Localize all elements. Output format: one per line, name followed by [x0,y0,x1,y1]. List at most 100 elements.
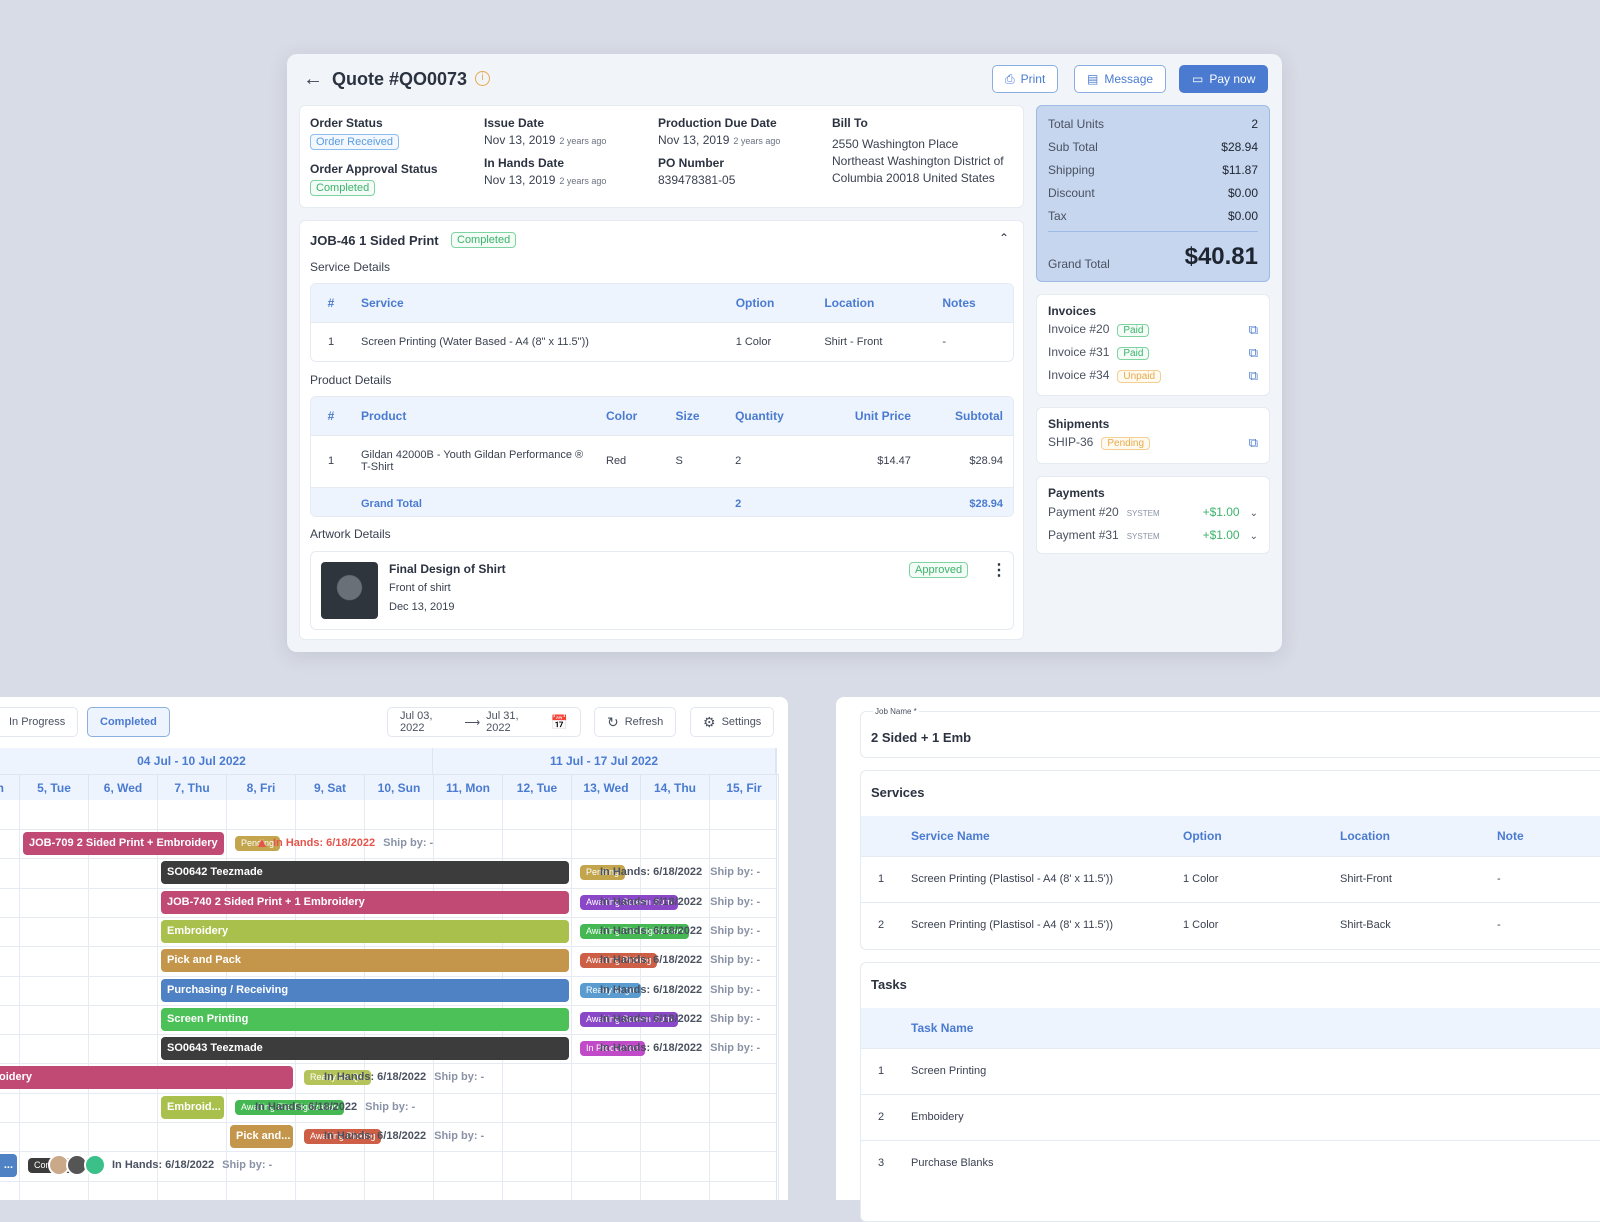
chevron-down-icon[interactable]: ⌄ [1250,531,1258,542]
payment-row[interactable]: Payment #31 SYSTEM +$1.00 ⌄ [1048,523,1258,546]
calendar-icon[interactable]: 📅 [551,714,568,731]
ship-by-date: Ship by: - [434,1130,485,1142]
gantt-bar[interactable]: Embroid... [161,1095,224,1119]
message-button[interactable]: ▤ Message [1074,65,1167,93]
job-name-label: Job Name * [873,707,919,716]
service-details-heading: Service Details [310,260,391,274]
payment-info: Payment #31 SYSTEM [1048,528,1160,542]
ship-by-date: Ship by: - [710,954,761,967]
payments-title: Payments [1048,486,1105,500]
external-link-icon[interactable]: ⧉ [1249,322,1258,338]
summary-row: Total Units 2 [1048,112,1258,135]
gantt-bar[interactable]: SO0643 Teezmade [161,1037,569,1061]
external-link-icon[interactable]: ⧉ [1249,368,1258,384]
payment-source: SYSTEM [1126,508,1160,518]
gantt-bar[interactable]: JOB-709 2 Sided Print + Embroidery [23,832,224,855]
shipments-card: Shipments SHIP-36 Pending ⧉ [1036,407,1270,464]
list-item: Invoice #20 Paid ⧉ [1048,318,1258,341]
gantt-bar[interactable]: Pick and Pack [161,949,569,973]
table-cell: Emboidery [901,1093,1600,1140]
day-header: 5, Tue [20,774,89,800]
list-item: Invoice #31 Paid ⧉ [1048,341,1258,364]
external-link-icon[interactable]: ⧉ [1249,435,1258,451]
gantt-bar[interactable]: l 2 Sided Print + Embroidery [0,1066,293,1090]
artwork-thumbnail[interactable] [321,562,378,619]
table-cell: 1 [861,855,901,902]
invoices-card: Invoices Invoice #20 Paid ⧉ Invoice #31 Paid… [1036,294,1270,396]
in-hands-date: In Hands: 6/18/2022 [324,1130,427,1142]
row-line [0,1063,776,1065]
gantt-bar[interactable]: Screen Printing [161,1007,569,1031]
back-arrow-icon[interactable]: ← [303,68,323,91]
print-button[interactable]: ⎙ Print [992,65,1059,93]
task-name-header: Task Name [901,1008,1600,1048]
ship-by-date: Ship by: - [710,866,761,879]
row-meta: In Hands: 6/18/2022 Ship by: - [324,1071,484,1083]
artwork-item[interactable]: Final Design of Shirt Front of shirt Dec… [310,551,1014,630]
product-details-heading: Product Details [310,373,392,387]
payments-card: Payments Payment #20 SYSTEM +$1.00 ⌄ Payment… [1036,476,1270,554]
avatar [84,1154,106,1177]
grid-right-border [776,748,777,1200]
gantt-bar[interactable]: Purchasing / Receiving [161,978,569,1002]
info-icon[interactable]: i [475,71,490,86]
in-hands-date: In Hands: 6/18/2022 [324,1071,427,1084]
job-card: JOB-46 1 Sided Print Completed ⌃ Service… [299,220,1024,640]
gantt-bar[interactable]: SO0642 Teezmade [161,861,569,885]
ship-by-date: Ship by: - [710,895,761,908]
table-cell: Purchase Blanks [901,1139,1600,1186]
table-cell: 1 [311,321,351,361]
column-header: Quantity [725,397,819,435]
row-line [0,1180,776,1182]
collapse-chevron-icon[interactable]: ⌃ [999,231,1009,245]
day-header: 14, Thu [641,774,710,800]
row-line [0,1122,776,1123]
gantt-bar[interactable]: Embroidery [161,919,569,943]
column-header: # [311,284,351,322]
day-column-line [88,800,89,1200]
table-cell: Screen Printing (Water Based - A4 (8" x … [351,321,726,361]
tab-in-progress[interactable]: In Progress [0,707,79,737]
row-line [0,1151,776,1153]
more-options-icon[interactable]: ⋮ [991,560,1007,580]
artwork-status-badge: Approved [909,562,969,578]
date-range-picker[interactable]: Jul 03, 2022 ⟶ Jul 31, 2022 📅 [387,707,581,737]
external-link-icon[interactable]: ⧉ [1249,345,1258,361]
ship-by-date: Ship by: - [710,983,761,996]
day-header: 4, Mon [0,774,20,800]
chevron-down-icon[interactable]: ⌄ [1250,508,1258,519]
pay-now-button[interactable]: ▭ Pay now [1179,65,1269,93]
production-schedule-panel: In Progress Completed Jul 03, 2022 ⟶ Jul 3… [0,697,788,1200]
day-column-line [640,800,641,1200]
in-hands-date: Nov 13, 2019 2 years ago [484,173,607,187]
gantt-bar[interactable]: Pick and... [230,1125,293,1148]
summary-label: Tax [1048,208,1067,223]
item-name: SHIP-36 [1048,435,1094,449]
column-header: Color [596,397,666,435]
gantt-grid: 04 Jul - 10 Jul 2022 11 Jul - 17 Jul 2022… [0,748,788,1200]
row-line [0,1092,776,1094]
week-header: 04 Jul - 10 Jul 2022 [0,748,433,774]
approval-badge: Completed [310,180,376,196]
printer-icon: ⎙ [1005,71,1015,86]
payment-row[interactable]: Payment #20 SYSTEM +$1.00 ⌄ [1048,500,1258,523]
job-name-field[interactable]: Job Name * 2 Sided + 1 Emb [860,707,1600,758]
bill-to-label: Bill To [832,116,868,130]
settings-button[interactable]: ⚙ Settings [690,707,775,737]
po-number: 839478381-05 [658,173,736,187]
table-cell: 2 [725,434,819,487]
services-card: Services Service Name Option Location Note 1… [860,770,1600,950]
payment-amount: +$1.00 [1202,504,1240,519]
refresh-button[interactable]: ↻ Refresh [594,707,677,737]
row-meta: In Hands: 6/18/2022 Ship by: - [600,896,760,908]
table-cell: 2 [861,901,901,948]
table-row: 1 Screen Printing [861,1047,1600,1094]
table-cell: $14.47 [818,434,921,487]
table-cell: 1 Color [1173,901,1330,948]
tab-completed[interactable]: Completed [87,707,170,737]
row-line [0,1034,776,1036]
gantt-bar[interactable]: ... [0,1154,17,1178]
tasks-title: Tasks [871,977,907,992]
table-cell: Red [596,434,666,487]
gantt-bar[interactable]: JOB-740 2 Sided Print + 1 Embroidery [161,890,569,914]
